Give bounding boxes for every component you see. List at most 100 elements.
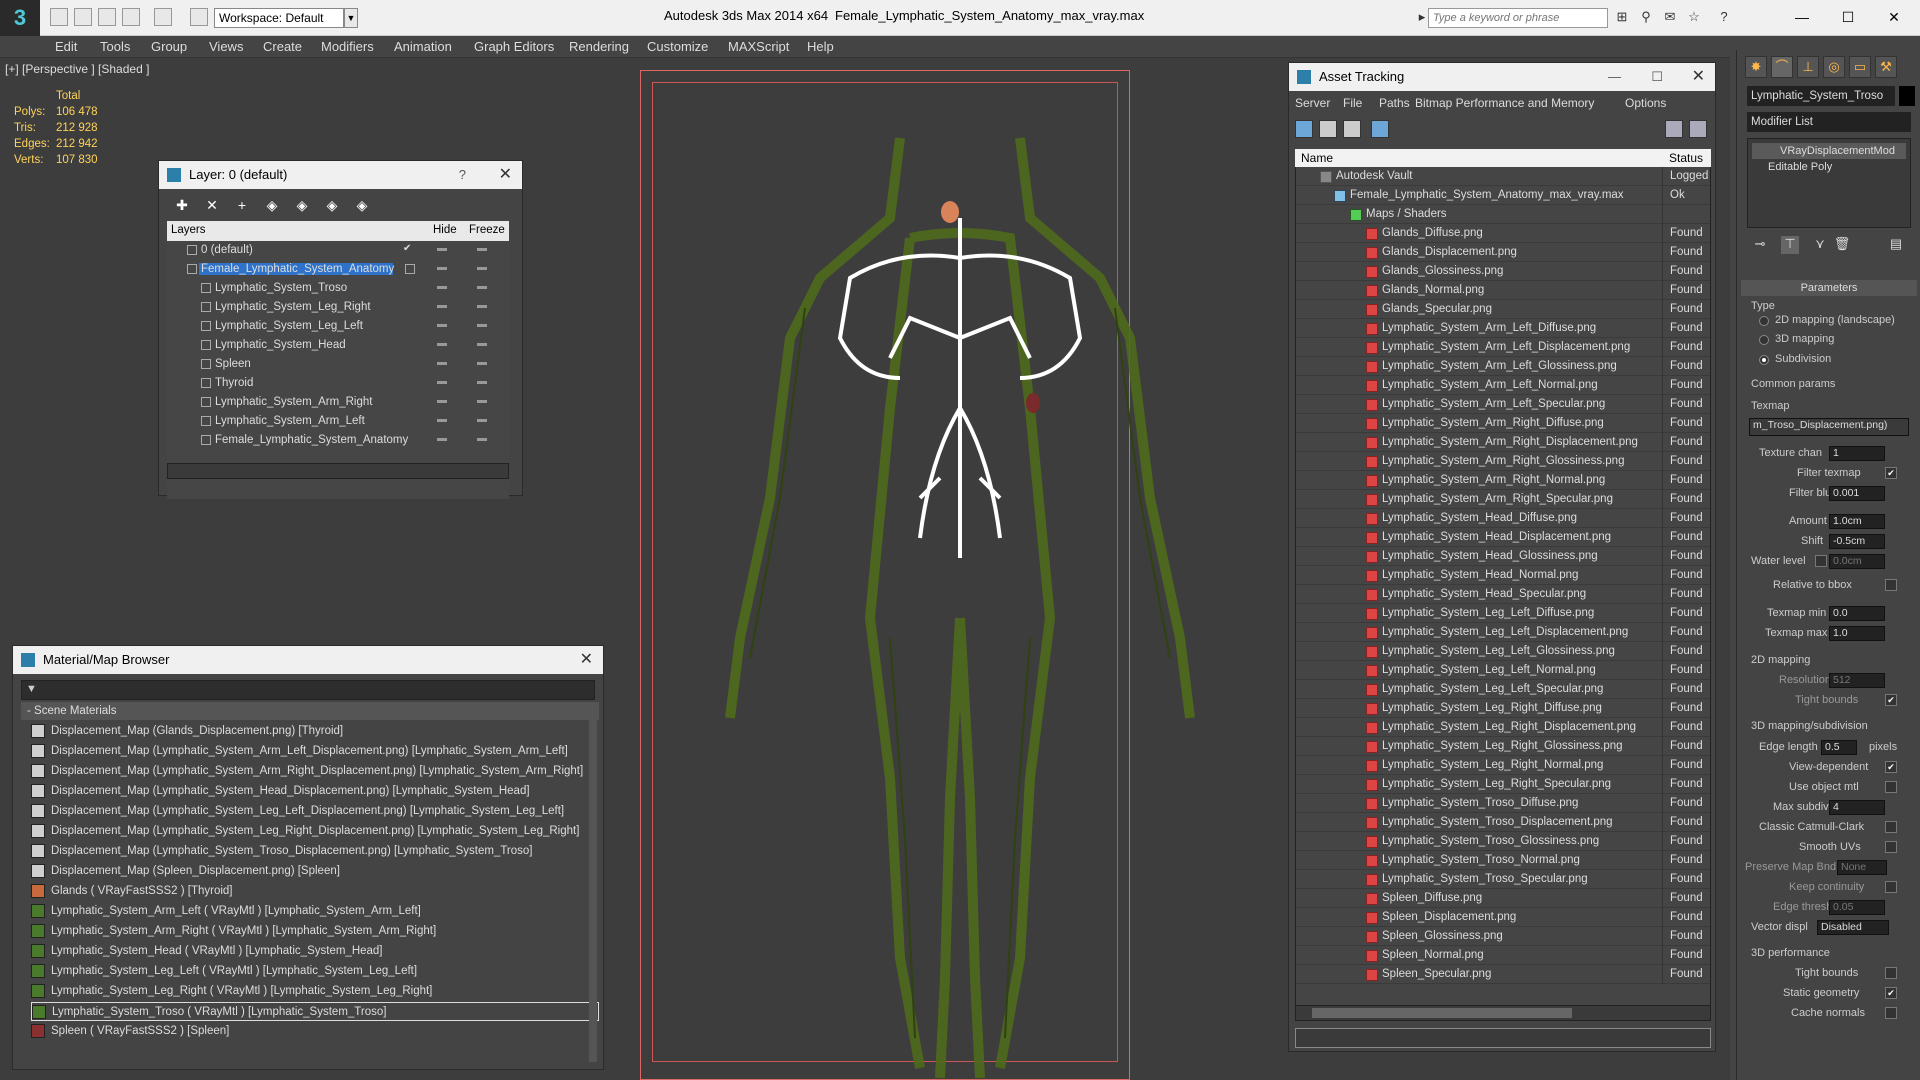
hide-toggle[interactable]: ▬ bbox=[437, 433, 447, 444]
freeze-toggle[interactable]: ▬ bbox=[477, 243, 487, 254]
asset-row[interactable]: Glands_Diffuse.png Found bbox=[1296, 224, 1710, 243]
material-item[interactable]: Displacement_Map (Glands_Displacement.pn… bbox=[31, 722, 599, 741]
menu-file[interactable]: File bbox=[1343, 96, 1362, 110]
menu-server[interactable]: Server bbox=[1295, 96, 1330, 110]
menu-help[interactable]: Help bbox=[807, 39, 834, 54]
asset-row[interactable]: Spleen_Normal.png Found bbox=[1296, 946, 1710, 965]
help-icon[interactable]: ? bbox=[459, 161, 466, 189]
layer-row[interactable]: Female_Lymphatic_System_Anatomy ▬ ▬ bbox=[167, 260, 509, 279]
object-color-swatch[interactable] bbox=[1899, 86, 1915, 106]
asset-row[interactable]: Lymphatic_System_Troso_Normal.png Found bbox=[1296, 851, 1710, 870]
asset-row[interactable]: Lymphatic_System_Head_Normal.png Found bbox=[1296, 566, 1710, 585]
material-item[interactable]: Glands ( VRayFastSSS2 ) [Thyroid] bbox=[31, 882, 599, 901]
layer-row[interactable]: Spleen ▬ ▬ bbox=[167, 355, 509, 374]
show-end-result-icon[interactable]: ⊤ bbox=[1781, 236, 1799, 254]
texmap-min-field[interactable]: 0.0 bbox=[1829, 606, 1885, 621]
cache-normals-checkbox[interactable] bbox=[1885, 1007, 1897, 1019]
project-folder-icon[interactable] bbox=[190, 8, 208, 26]
vertical-scrollbar[interactable] bbox=[589, 702, 597, 1062]
layer-row[interactable]: Lymphatic_System_Arm_Left ▬ ▬ bbox=[167, 412, 509, 431]
add-to-layer-icon[interactable]: + bbox=[233, 196, 251, 214]
hierarchy-tab-icon[interactable]: ⊥ bbox=[1797, 56, 1819, 78]
material-item[interactable]: Displacement_Map (Lymphatic_System_Leg_R… bbox=[31, 822, 599, 841]
preserve-map-dropdown[interactable]: None bbox=[1837, 860, 1887, 875]
open-file-icon[interactable] bbox=[74, 8, 92, 26]
viewport-label[interactable]: [+] [Perspective ] [Shaded ] bbox=[5, 62, 149, 76]
binoculars-icon[interactable]: ⊞ bbox=[1614, 9, 1630, 25]
asset-row[interactable]: Lymphatic_System_Arm_Right_Specular.png F… bbox=[1296, 490, 1710, 509]
asset-row[interactable]: Lymphatic_System_Leg_Right_Normal.png Fou… bbox=[1296, 756, 1710, 775]
hide-toggle[interactable]: ▬ bbox=[437, 281, 447, 292]
freeze-toggle[interactable]: ▬ bbox=[477, 433, 487, 444]
asset-row[interactable]: Lymphatic_System_Leg_Left_Displacement.p… bbox=[1296, 623, 1710, 642]
freeze-toggle[interactable]: ▬ bbox=[477, 300, 487, 311]
hide-toggle[interactable]: ▬ bbox=[437, 357, 447, 368]
edge-thresh-field[interactable]: 0.05 bbox=[1829, 900, 1885, 915]
col-layers[interactable]: Layers bbox=[171, 224, 206, 236]
asset-row[interactable]: Lymphatic_System_Arm_Right_Glossiness.pn… bbox=[1296, 452, 1710, 471]
layer-row[interactable]: Female_Lymphatic_System_Anatomy ▬ ▬ bbox=[167, 431, 509, 450]
asset-row[interactable]: Lymphatic_System_Arm_Left_Normal.png Foun… bbox=[1296, 376, 1710, 395]
menu-animation[interactable]: Animation bbox=[394, 39, 452, 54]
col-hide[interactable]: Hide bbox=[433, 224, 457, 236]
delete-layer-icon[interactable]: ✕ bbox=[203, 196, 221, 214]
menu-rendering[interactable]: Rendering bbox=[569, 39, 629, 54]
search-by-name-input[interactable]: ▼ bbox=[21, 680, 595, 700]
tree-view-icon[interactable] bbox=[1343, 120, 1361, 138]
lymphatic-model[interactable] bbox=[700, 78, 1220, 1080]
select-in-layer-icon[interactable]: ◈ bbox=[263, 196, 281, 214]
menu-options[interactable]: Options bbox=[1625, 96, 1666, 110]
utilities-tab-icon[interactable]: ⚒ bbox=[1875, 56, 1897, 78]
asset-row[interactable]: Lymphatic_System_Arm_Left_Glossiness.png… bbox=[1296, 357, 1710, 376]
modify-tab-icon[interactable]: ⌒ bbox=[1771, 56, 1793, 78]
layer-row[interactable]: Lymphatic_System_Troso ▬ ▬ bbox=[167, 279, 509, 298]
help-icon[interactable] bbox=[1665, 120, 1683, 138]
stack-item-vray-displacement[interactable]: VRayDisplacementMod bbox=[1752, 143, 1906, 159]
freeze-toggle[interactable]: ▬ bbox=[477, 319, 487, 330]
asset-row[interactable]: Lymphatic_System_Arm_Left_Specular.png Fo… bbox=[1296, 395, 1710, 414]
material-item[interactable]: Lymphatic_System_Head ( VRayMtl ) [Lymph… bbox=[31, 942, 599, 961]
material-item[interactable]: Lymphatic_System_Leg_Right ( VRayMtl ) [… bbox=[31, 982, 599, 1001]
texmap-button[interactable]: m_Troso_Displacement.png) bbox=[1749, 418, 1909, 436]
maximize-button[interactable]: ☐ bbox=[1651, 63, 1663, 91]
redo-icon[interactable] bbox=[154, 8, 172, 26]
smooth-uvs-checkbox[interactable] bbox=[1885, 841, 1897, 853]
menu-edit[interactable]: Edit bbox=[55, 39, 77, 54]
asset-row[interactable]: Glands_Specular.png Found bbox=[1296, 300, 1710, 319]
radio-subdivision[interactable] bbox=[1759, 355, 1769, 365]
water-level-checkbox[interactable] bbox=[1815, 555, 1827, 567]
close-icon[interactable]: ✕ bbox=[580, 646, 593, 674]
close-button[interactable]: ✕ bbox=[1874, 4, 1914, 30]
menu-tools[interactable]: Tools bbox=[100, 39, 130, 54]
asset-row[interactable]: Lymphatic_System_Arm_Left_Diffuse.png Fou… bbox=[1296, 319, 1710, 338]
asset-row[interactable]: Lymphatic_System_Arm_Right_Displacement.… bbox=[1296, 433, 1710, 452]
pin-stack-icon[interactable]: ⊸ bbox=[1751, 236, 1769, 254]
hide-toggle[interactable]: ▬ bbox=[437, 395, 447, 406]
tight-bounds-checkbox[interactable]: ✔ bbox=[1885, 694, 1897, 706]
menu-modifiers[interactable]: Modifiers bbox=[321, 39, 374, 54]
material-item[interactable]: Displacement_Map (Lymphatic_System_Leg_L… bbox=[31, 802, 599, 821]
asset-row[interactable]: Spleen_Glossiness.png Found bbox=[1296, 927, 1710, 946]
freeze-toggle[interactable]: ▬ bbox=[477, 262, 487, 273]
menu-create[interactable]: Create bbox=[263, 39, 302, 54]
menu-views[interactable]: Views bbox=[209, 39, 243, 54]
layer-panel-title-bar[interactable]: Layer: 0 (default) ? ✕ bbox=[159, 161, 522, 189]
asset-row[interactable]: Lymphatic_System_Head_Displacement.png Fo… bbox=[1296, 528, 1710, 547]
resolution-field[interactable]: 512 bbox=[1829, 673, 1885, 688]
col-status[interactable]: Status bbox=[1669, 151, 1703, 165]
asset-row[interactable]: Lymphatic_System_Head_Glossiness.png Foun… bbox=[1296, 547, 1710, 566]
asset-row[interactable]: Lymphatic_System_Troso_Displacement.png F… bbox=[1296, 813, 1710, 832]
table-view-icon[interactable] bbox=[1371, 120, 1389, 138]
minimize-button[interactable]: — bbox=[1608, 63, 1621, 91]
asset-row[interactable]: Maps / Shaders bbox=[1296, 205, 1710, 224]
asset-row[interactable]: Lymphatic_System_Troso_Diffuse.png Found bbox=[1296, 794, 1710, 813]
filter-blur-field[interactable]: 0.001 bbox=[1829, 486, 1885, 501]
material-item[interactable]: Lymphatic_System_Leg_Left ( VRayMtl ) [L… bbox=[31, 962, 599, 981]
use-object-mtl-checkbox[interactable] bbox=[1885, 781, 1897, 793]
edge-length-field[interactable]: 0.5 bbox=[1821, 740, 1857, 755]
freeze-toggle[interactable]: ▬ bbox=[477, 281, 487, 292]
asset-row[interactable]: Lymphatic_System_Leg_Right_Specular.png F… bbox=[1296, 775, 1710, 794]
display-tab-icon[interactable]: ▭ bbox=[1849, 56, 1871, 78]
asset-row[interactable]: Lymphatic_System_Leg_Left_Glossiness.png… bbox=[1296, 642, 1710, 661]
asset-row[interactable]: Glands_Displacement.png Found bbox=[1296, 243, 1710, 262]
